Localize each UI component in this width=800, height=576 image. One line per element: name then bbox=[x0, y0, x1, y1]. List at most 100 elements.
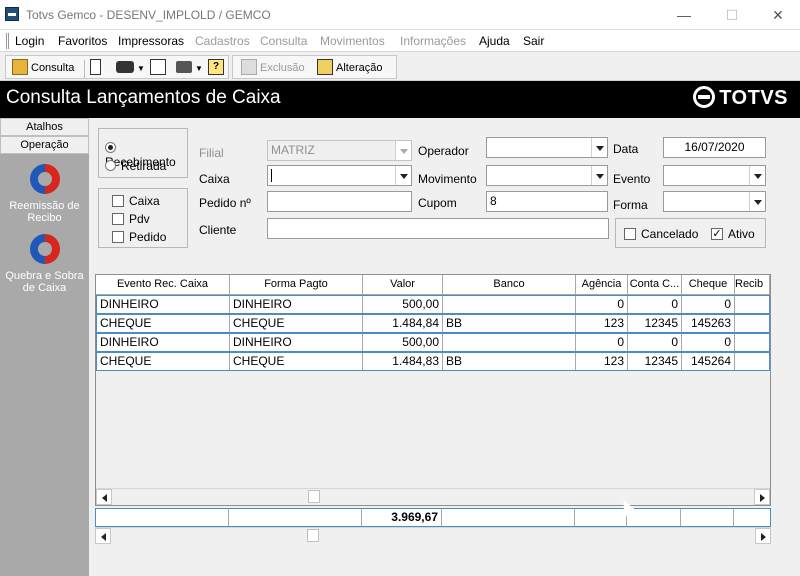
cliente-input[interactable] bbox=[267, 218, 609, 239]
sidebar-action-reemissao[interactable]: Reemissão de Recibo bbox=[0, 164, 89, 224]
cell-conta: 12345 bbox=[628, 315, 682, 332]
alteracao-button[interactable]: Alteração bbox=[317, 58, 382, 78]
cell-forma: DINHEIRO bbox=[230, 334, 363, 351]
sidebar-action-label: Quebra e Sobra de Caixa bbox=[5, 270, 84, 294]
search-button[interactable]: ▼ bbox=[116, 58, 145, 78]
totvs-logo: TOTVS bbox=[693, 85, 788, 113]
scroll-left-icon[interactable] bbox=[96, 489, 112, 505]
checkbox-cancelado[interactable]: Cancelado bbox=[624, 227, 698, 241]
table-row[interactable]: CHEQUE CHEQUE 1.484,84 BB 123 12345 1452… bbox=[96, 314, 770, 333]
scroll-thumb[interactable] bbox=[307, 529, 319, 542]
export-icon bbox=[150, 59, 166, 76]
print-dropdown-icon: ▼ bbox=[195, 64, 203, 73]
totals-cell bbox=[96, 509, 229, 526]
column-header-recibo[interactable]: Recib bbox=[735, 275, 770, 295]
scroll-left-icon[interactable] bbox=[95, 528, 111, 544]
movimento-select[interactable] bbox=[486, 165, 608, 186]
sidebar-action-label: Reemissão de Recibo bbox=[9, 200, 80, 224]
column-header-evento[interactable]: Evento Rec. Caixa bbox=[96, 275, 230, 295]
totals-cell bbox=[442, 509, 575, 526]
alteracao-label: Alteração bbox=[336, 62, 383, 74]
printer-icon bbox=[176, 61, 192, 74]
data-label: Data bbox=[613, 142, 639, 156]
cell-conta: 12345 bbox=[628, 353, 682, 370]
menu-login[interactable]: Login bbox=[15, 34, 44, 48]
pedido-n-input[interactable] bbox=[267, 191, 412, 212]
menu-favoritos[interactable]: Favoritos bbox=[58, 34, 107, 48]
column-header-forma-pagto[interactable]: Forma Pagto bbox=[230, 275, 363, 295]
menu-consulta[interactable]: Consulta bbox=[260, 34, 307, 48]
delete-icon bbox=[241, 59, 257, 76]
table-row[interactable]: CHEQUE CHEQUE 1.484,83 BB 123 12345 1452… bbox=[96, 352, 770, 371]
help-button[interactable]: ? bbox=[208, 58, 227, 78]
column-header-banco[interactable]: Banco bbox=[443, 275, 576, 295]
menu-ajuda[interactable]: Ajuda bbox=[479, 34, 510, 48]
sidebar-action-quebra-sobra[interactable]: Quebra e Sobra de Caixa bbox=[0, 234, 89, 294]
menu-cadastros[interactable]: Cadastros bbox=[195, 34, 250, 48]
consulta-button[interactable]: Consulta bbox=[12, 58, 74, 78]
operador-select[interactable] bbox=[486, 137, 608, 158]
menu-movimentos[interactable]: Movimentos bbox=[320, 34, 385, 48]
cupom-input[interactable]: 8 bbox=[486, 191, 608, 212]
grid-horizontal-scrollbar[interactable] bbox=[96, 488, 770, 505]
print-button[interactable]: ▼ bbox=[176, 58, 203, 78]
cell-cheque: 0 bbox=[682, 296, 735, 313]
caixa-select[interactable] bbox=[267, 165, 412, 186]
totals-horizontal-scrollbar[interactable] bbox=[95, 527, 771, 544]
filial-value: MATRIZ bbox=[271, 143, 315, 157]
column-header-valor[interactable]: Valor bbox=[363, 275, 443, 295]
minimize-button[interactable]: — bbox=[674, 5, 694, 25]
evento-select[interactable] bbox=[663, 165, 766, 186]
menu-grip bbox=[6, 33, 9, 49]
export-button[interactable] bbox=[150, 58, 169, 78]
origem-checkbox-group: Caixa Pdv Pedido bbox=[98, 188, 188, 248]
checkbox-ativo[interactable]: ✓ Ativo bbox=[711, 227, 755, 241]
checkbox-pedido[interactable]: Pedido bbox=[112, 230, 166, 244]
radio-retirada[interactable]: Retirada bbox=[105, 159, 166, 173]
menu-sair[interactable]: Sair bbox=[523, 34, 544, 48]
totals-row: 3.969,67 bbox=[95, 508, 771, 527]
checkbox-mark bbox=[112, 230, 124, 243]
new-document-button[interactable] bbox=[90, 58, 104, 78]
cell-banco bbox=[443, 296, 576, 313]
window-title: Totvs Gemco - DESENV_IMPLOLD / GEMCO bbox=[26, 8, 271, 22]
status-checkbox-group: Cancelado ✓ Ativo bbox=[615, 218, 766, 248]
table-row[interactable]: DINHEIRO DINHEIRO 500,00 0 0 0 bbox=[96, 295, 770, 314]
checkbox-label: Cancelado bbox=[641, 227, 699, 241]
column-header-conta[interactable]: Conta C... bbox=[628, 275, 682, 295]
title-bar: Totvs Gemco - DESENV_IMPLOLD / GEMCO — ☐… bbox=[0, 0, 800, 30]
operador-label: Operador bbox=[418, 144, 469, 158]
evento-label: Evento bbox=[613, 172, 651, 186]
totals-cell bbox=[575, 509, 627, 526]
checkmark-icon: ✓ bbox=[711, 227, 723, 240]
column-header-agencia[interactable]: Agência bbox=[576, 275, 628, 295]
cell-evento: CHEQUE bbox=[97, 353, 230, 370]
data-input[interactable]: 16/07/2020 bbox=[663, 137, 766, 158]
exclusao-button[interactable]: Exclusão bbox=[241, 58, 305, 78]
tab-operacao[interactable]: Operação bbox=[0, 136, 89, 154]
scroll-thumb[interactable] bbox=[308, 490, 320, 503]
maximize-button[interactable]: ☐ bbox=[722, 5, 742, 25]
chevron-down-icon bbox=[395, 166, 411, 185]
close-button[interactable]: ✕ bbox=[768, 5, 788, 25]
checkbox-mark bbox=[112, 194, 124, 207]
menu-bar: Login Favoritos Impressoras Cadastros Co… bbox=[0, 30, 800, 52]
checkbox-label: Pdv bbox=[129, 212, 150, 226]
scroll-right-icon[interactable] bbox=[754, 489, 770, 505]
filial-select[interactable]: MATRIZ bbox=[267, 140, 412, 161]
table-row[interactable]: DINHEIRO DINHEIRO 500,00 0 0 0 bbox=[96, 333, 770, 352]
column-header-cheque[interactable]: Cheque bbox=[682, 275, 735, 295]
menu-informacoes[interactable]: Informações bbox=[400, 34, 466, 48]
cell-evento: DINHEIRO bbox=[97, 296, 230, 313]
forma-select[interactable] bbox=[663, 191, 766, 212]
scroll-right-icon[interactable] bbox=[755, 528, 771, 544]
menu-impressoras[interactable]: Impressoras bbox=[118, 34, 184, 48]
pedido-n-label: Pedido nº bbox=[199, 196, 251, 210]
checkbox-pdv[interactable]: Pdv bbox=[112, 212, 150, 226]
cell-banco bbox=[443, 334, 576, 351]
binoculars-icon bbox=[116, 61, 134, 74]
exclusao-label: Exclusão bbox=[260, 62, 305, 74]
checkbox-caixa[interactable]: Caixa bbox=[112, 194, 160, 208]
consulta-label: Consulta bbox=[31, 62, 75, 74]
tab-atalhos[interactable]: Atalhos bbox=[0, 118, 89, 136]
